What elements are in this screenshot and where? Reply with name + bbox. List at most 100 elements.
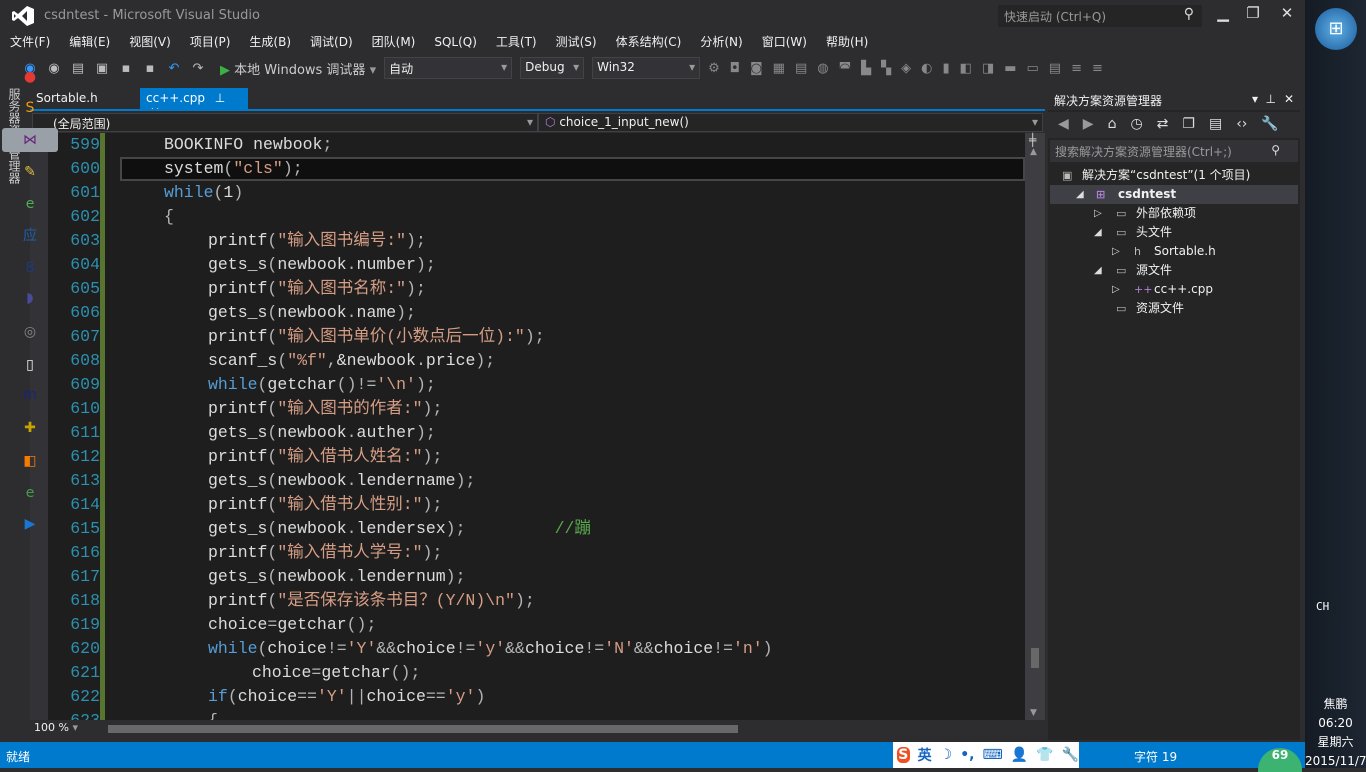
menu-item[interactable]: 分析(N) [700, 32, 742, 54]
tree-item[interactable]: ◢ ⊞ csdntest [1050, 185, 1298, 204]
menu-item[interactable]: 生成(B) [249, 32, 291, 54]
new-project-icon[interactable]: ▤ [70, 61, 86, 76]
redo-icon[interactable]: ↷ [190, 61, 206, 76]
clock[interactable]: 焦鹏 06:20 星期六 2015/11/7 [1305, 695, 1366, 771]
code-line[interactable]: 600 system("cls"); [30, 157, 1025, 181]
menu-item[interactable]: 文件(F) [10, 32, 50, 54]
menu-item[interactable]: 工具(T) [496, 32, 537, 54]
pin-icon[interactable]: ⊥ [1266, 92, 1276, 106]
input-language[interactable]: CH [1316, 600, 1329, 613]
expand-arrow-icon[interactable]: ▷ [1112, 242, 1120, 261]
quick-launch-input[interactable]: 快速启动 (Ctrl+Q) ⚲ [998, 5, 1202, 27]
code-line[interactable]: 606 gets_s(newbook.name); [30, 301, 1025, 325]
scroll-down-icon[interactable]: ▼ [1030, 708, 1037, 718]
panel-menu-icon[interactable]: ▾ [1252, 92, 1258, 106]
half-width-icon[interactable]: ☽ [940, 747, 953, 763]
sublime-icon[interactable]: S [14, 96, 46, 120]
tree-item[interactable]: ▷ h Sortable.h [1050, 242, 1298, 261]
zoom-dropdown[interactable]: 100 % ▾ [32, 721, 92, 737]
keyboard-icon[interactable]: ⌨ [982, 747, 1002, 763]
close-button[interactable]: ✕ [1272, 4, 1302, 26]
ie-icon[interactable]: e [14, 481, 46, 505]
toolbar-debug-icons[interactable]: ⚙◘◙▦▤◍◚▙▚◈◐▮◧◨▬▭▤≡≡ [708, 61, 1113, 76]
code-line[interactable]: 604 gets_s(newbook.number); [30, 253, 1025, 277]
file-icon[interactable]: ▯ [14, 353, 46, 377]
pin-icon[interactable]: ⊥ [215, 91, 225, 105]
open-file-icon[interactable]: ▣ [94, 61, 110, 76]
tree-item[interactable]: ▣ 解决方案“csdntest”(1 个项目) [1050, 166, 1298, 185]
app-icon[interactable]: ◗ [14, 286, 46, 310]
start-button[interactable]: ⊞ [1315, 8, 1357, 50]
solution-search-input[interactable]: 搜索解决方案资源管理器(Ctrl+;) ⚲ [1050, 140, 1298, 162]
scope-dropdown[interactable]: (全局范围) ▾ [32, 113, 538, 132]
code-line[interactable]: 599 BOOKINFO newbook; [30, 133, 1025, 157]
tree-item[interactable]: ◢ ▭ 头文件 [1050, 223, 1298, 242]
app-icon[interactable]: ◎ [14, 320, 46, 344]
ime-mode[interactable]: 英 [918, 745, 932, 765]
view-code-icon[interactable]: ‹› [1236, 116, 1247, 134]
code-line[interactable]: 621 choice=getchar(); [30, 661, 1025, 685]
chrome-icon[interactable]: ● [14, 65, 46, 89]
skin-icon[interactable]: 👕 [1036, 747, 1053, 763]
code-line[interactable]: 610 printf("输入图书的作者:"); [30, 397, 1025, 421]
debug-target-dropdown[interactable]: 自动 [384, 57, 513, 79]
start-debug-button[interactable]: ▶ 本地 Windows 调试器 ▾ [220, 59, 376, 78]
menu-item[interactable]: 视图(V) [129, 32, 171, 54]
platform-dropdown[interactable]: Win32 [592, 57, 701, 79]
code-line[interactable]: 601 while(1) [30, 181, 1025, 205]
tab-cc-cpp[interactable]: cc++.cpp ⊥ ✕ [140, 88, 248, 119]
app-icon[interactable]: ✚ [14, 416, 46, 440]
ime-toolbar[interactable]: S 英 ☽ •, ⌨ 👤 👕 🔧 [893, 742, 1079, 768]
expand-arrow-icon[interactable]: ◢ [1076, 185, 1084, 204]
close-panel-icon[interactable]: ✕ [1284, 92, 1294, 106]
expand-arrow-icon[interactable]: ▷ [1094, 204, 1102, 223]
tree-item[interactable]: ◢ ▭ 源文件 [1050, 261, 1298, 280]
tab-sortable-h[interactable]: Sortable.h [30, 88, 140, 110]
code-line[interactable]: 614 printf("输入借书人性别:"); [30, 493, 1025, 517]
punctuation-icon[interactable]: •, [960, 747, 974, 763]
dreamweaver-icon[interactable]: e [14, 192, 46, 216]
forward-icon[interactable]: ◉ [46, 61, 62, 76]
tree-item[interactable]: ▭ 资源文件 [1050, 299, 1298, 318]
tree-item[interactable]: ▷ ▭ 外部依赖项 [1050, 204, 1298, 223]
tree-item[interactable]: ▷ ++ cc++.cpp [1050, 280, 1298, 299]
code-line[interactable]: 616 printf("输入借书人学号:"); [30, 541, 1025, 565]
code-line[interactable]: 620 while(choice!='Y'&&choice!='y'&&choic… [30, 637, 1025, 661]
show-all-files-icon[interactable]: ▤ [1209, 116, 1222, 134]
properties-icon[interactable]: 🔧 [1261, 116, 1278, 134]
menu-item[interactable]: 窗口(W) [762, 32, 807, 54]
member-dropdown[interactable]: ⬡ choice_1_input_new() ▾ [538, 113, 1043, 132]
code-line[interactable]: 608 scanf_s("%f",&newbook.price); [30, 349, 1025, 373]
app-icon[interactable]: ◧ [14, 449, 46, 473]
code-line[interactable]: 623 { [30, 709, 1025, 720]
menu-item[interactable]: 项目(P) [190, 32, 231, 54]
code-line[interactable]: 607 printf("输入图书单价(小数点后一位):"); [30, 325, 1025, 349]
tool-icon[interactable]: ✎ [14, 160, 46, 184]
minimize-button[interactable]: ▁ [1208, 4, 1238, 26]
home-icon[interactable]: ⌂ [1108, 116, 1117, 134]
vertical-scrollbar[interactable]: ╪ ▲ ▼ [1025, 133, 1045, 720]
menu-item[interactable]: 帮助(H) [826, 32, 868, 54]
code-line[interactable]: 603 printf("输入图书编号:"); [30, 229, 1025, 253]
menu-item[interactable]: 体系结构(C) [616, 32, 682, 54]
msdn-icon[interactable]: m [14, 383, 46, 407]
code-line[interactable]: 618 printf("是否保存该条书目？(Y/N)\n"); [30, 589, 1025, 613]
menu-item[interactable]: 团队(M) [372, 32, 416, 54]
menu-item[interactable]: 编辑(E) [69, 32, 110, 54]
sync-icon[interactable]: ⇄ [1157, 116, 1169, 134]
save-all-icon[interactable]: ▪ [142, 61, 158, 76]
code-line[interactable]: 615 gets_s(newbook.lendersex); //蹦 [30, 517, 1025, 541]
scroll-up-icon[interactable]: ▲ [1030, 147, 1037, 157]
undo-icon[interactable]: ↶ [166, 61, 182, 76]
menu-item[interactable]: 调试(D) [310, 32, 353, 54]
forward-icon[interactable]: ▶ [1083, 116, 1094, 134]
save-icon[interactable]: ▪ [118, 61, 134, 76]
visual-studio-icon[interactable]: ⋈ [2, 128, 58, 152]
horizontal-scroll-thumb[interactable] [108, 725, 738, 733]
expand-arrow-icon[interactable]: ◢ [1094, 223, 1102, 242]
code-line[interactable]: 617 gets_s(newbook.lendernum); [30, 565, 1025, 589]
code-line[interactable]: 605 printf("输入图书名称:"); [30, 277, 1025, 301]
code-line[interactable]: 611 gets_s(newbook.auther); [30, 421, 1025, 445]
code-line[interactable]: 602 { [30, 205, 1025, 229]
code-line[interactable]: 613 gets_s(newbook.lendername); [30, 469, 1025, 493]
